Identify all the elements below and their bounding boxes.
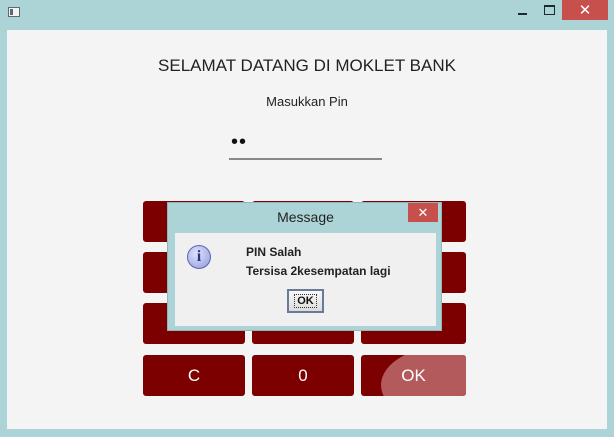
window-titlebar: ✕ <box>0 0 614 28</box>
key-clear[interactable]: C <box>143 355 245 396</box>
key-clear-label: C <box>187 365 201 385</box>
key-zero[interactable]: 0 <box>252 355 354 396</box>
dialog-message-line2: Tersisa 2kesempatan lagi <box>246 264 391 278</box>
close-button[interactable]: ✕ <box>562 0 608 20</box>
dialog-message-line1: PIN Salah <box>246 245 302 259</box>
minimize-icon <box>517 12 527 15</box>
message-dialog: Message ✕ i PIN Salah Tersisa 2kesempata… <box>167 202 442 331</box>
dialog-close-button[interactable]: ✕ <box>408 203 438 222</box>
page-title: SELAMAT DATANG DI MOKLET BANK <box>158 56 456 75</box>
info-icon: i <box>187 245 211 269</box>
key-zero-label: 0 <box>298 365 308 385</box>
maximize-button[interactable] <box>536 0 562 20</box>
java-window-icon <box>8 7 20 17</box>
dialog-ok-button[interactable]: OK <box>287 289 324 313</box>
minimize-button[interactable] <box>509 0 535 20</box>
close-icon: ✕ <box>417 204 429 220</box>
pin-label: Masukkan Pin <box>266 94 348 109</box>
pin-field[interactable] <box>229 126 382 160</box>
key-ok-label: OK <box>401 365 426 385</box>
maximize-icon <box>543 5 555 15</box>
dialog-ok-label: OK <box>294 294 317 308</box>
key-ok[interactable]: OK <box>361 355 466 396</box>
close-icon: ✕ <box>578 2 592 19</box>
dialog-body: i PIN Salah Tersisa 2kesempatan lagi OK <box>175 233 436 326</box>
dialog-title: Message <box>277 209 334 225</box>
